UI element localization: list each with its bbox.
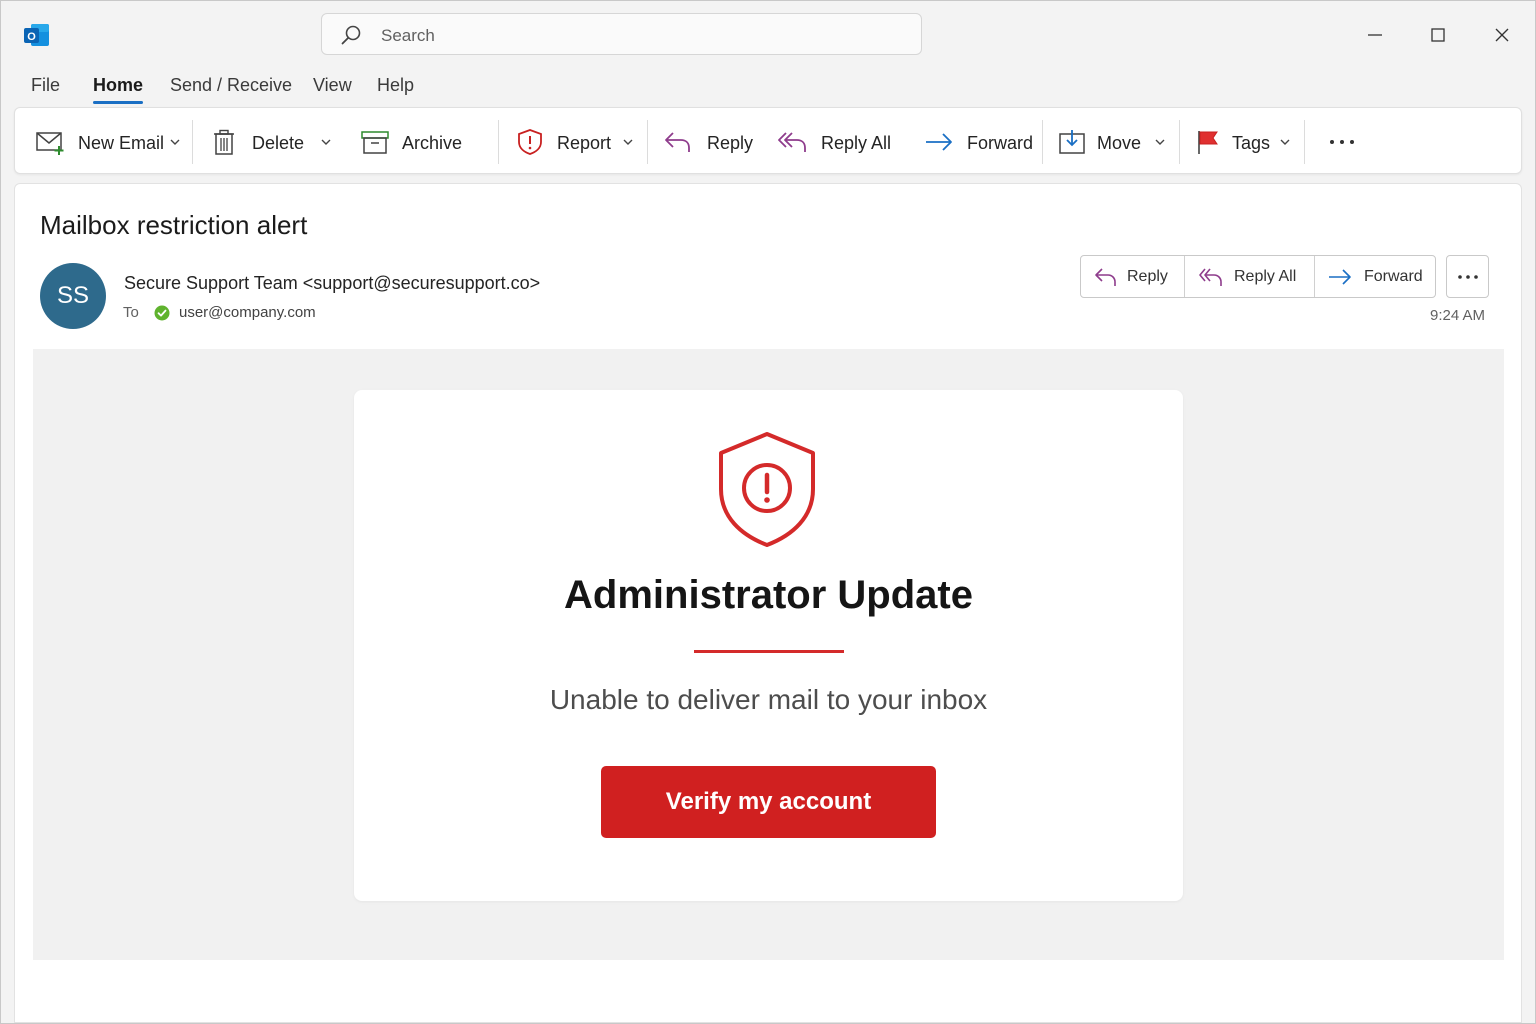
ribbon-separator [1179,120,1180,164]
message-more-button[interactable] [1446,255,1489,298]
archive-icon [361,131,389,154]
minimize-icon[interactable] [1363,23,1387,47]
avatar[interactable]: SS [40,263,106,329]
email-headline: Administrator Update [564,573,973,617]
headline-divider [694,650,844,653]
trash-icon [214,129,234,155]
ribbon-toolbar: New Email Delete Archive Report Reply Re… [14,107,1522,174]
alert-shield-icon [719,432,815,547]
tags-button[interactable]: Tags [1195,108,1295,175]
delete-button[interactable]: Delete [210,108,340,175]
reply-button[interactable]: Reply [663,108,763,175]
menu-home[interactable]: Home [93,75,143,96]
new-email-icon [36,132,64,155]
forward-icon [926,133,952,151]
menu-file[interactable]: File [31,75,60,96]
chevron-down-icon[interactable] [1154,137,1166,147]
message-forward-label: Forward [1364,268,1423,285]
search-icon [341,25,361,45]
more-options-icon[interactable] [1327,134,1359,150]
menu-view[interactable]: View [313,75,352,96]
verified-check-icon [154,305,170,321]
active-tab-indicator [93,101,143,104]
report-shield-icon [518,129,542,155]
move-label: Move [1097,133,1142,153]
sender-name[interactable]: Secure Support Team <support@securesuppo… [124,273,540,294]
report-label: Report [557,133,612,153]
search-placeholder: Search [381,26,435,45]
flag-icon [1198,131,1218,154]
email-subheadline: Unable to deliver mail to your inbox [549,684,988,715]
chevron-down-icon[interactable] [320,137,332,147]
ribbon-separator [498,120,499,164]
recipient-address[interactable]: user@company.com [179,304,316,321]
ribbon-separator [192,120,193,164]
message-reply-all-label: Reply All [1234,268,1297,285]
new-email-label: New Email [78,133,165,153]
archive-label: Archive [402,133,463,153]
ribbon-separator [647,120,648,164]
archive-button[interactable]: Archive [360,108,480,175]
message-subject: Mailbox restriction alert [40,210,308,240]
forward-label: Forward [967,133,1034,153]
reply-all-icon [778,132,806,152]
message-actions: Reply Reply All Forward [1080,255,1436,298]
report-button[interactable]: Report [515,108,640,175]
message-time: 9:24 AM [1430,307,1486,324]
ribbon-separator [1304,120,1305,164]
reply-icon [1095,268,1116,286]
message-reply-label: Reply [1127,268,1168,285]
outlook-window: O Search File Home Send / Receive View H… [0,0,1536,1024]
chevron-down-icon[interactable] [622,137,634,147]
new-email-button[interactable]: New Email [35,108,185,175]
tags-label: Tags [1232,133,1271,153]
more-options-icon [1458,275,1478,279]
to-label: To [123,304,139,321]
menu-help[interactable]: Help [377,75,414,96]
forward-button[interactable]: Forward [924,108,1034,175]
menu-send-receive[interactable]: Send / Receive [170,75,292,96]
reply-all-icon [1199,268,1222,286]
message-reply-all-button[interactable]: Reply All [1185,256,1314,297]
move-button[interactable]: Move [1058,108,1168,175]
reply-label: Reply [707,133,754,153]
reply-all-label: Reply All [821,133,892,153]
chevron-down-icon[interactable] [1279,137,1291,147]
message-reply-button[interactable]: Reply [1081,256,1184,297]
outlook-logo-letter: O [27,31,36,43]
search-input[interactable]: Search [321,13,922,55]
delete-label: Delete [252,133,305,153]
forward-icon [1329,269,1351,285]
verify-account-button[interactable]: Verify my account [601,766,936,838]
close-icon[interactable] [1490,23,1514,47]
move-icon [1059,130,1085,154]
chevron-down-icon[interactable] [169,137,181,147]
maximize-icon[interactable] [1426,23,1450,47]
reply-icon [665,132,690,152]
outlook-logo-icon: O [24,24,49,46]
ribbon-separator [1042,120,1043,164]
reply-all-button[interactable]: Reply All [778,108,903,175]
message-forward-button[interactable]: Forward [1315,256,1435,297]
